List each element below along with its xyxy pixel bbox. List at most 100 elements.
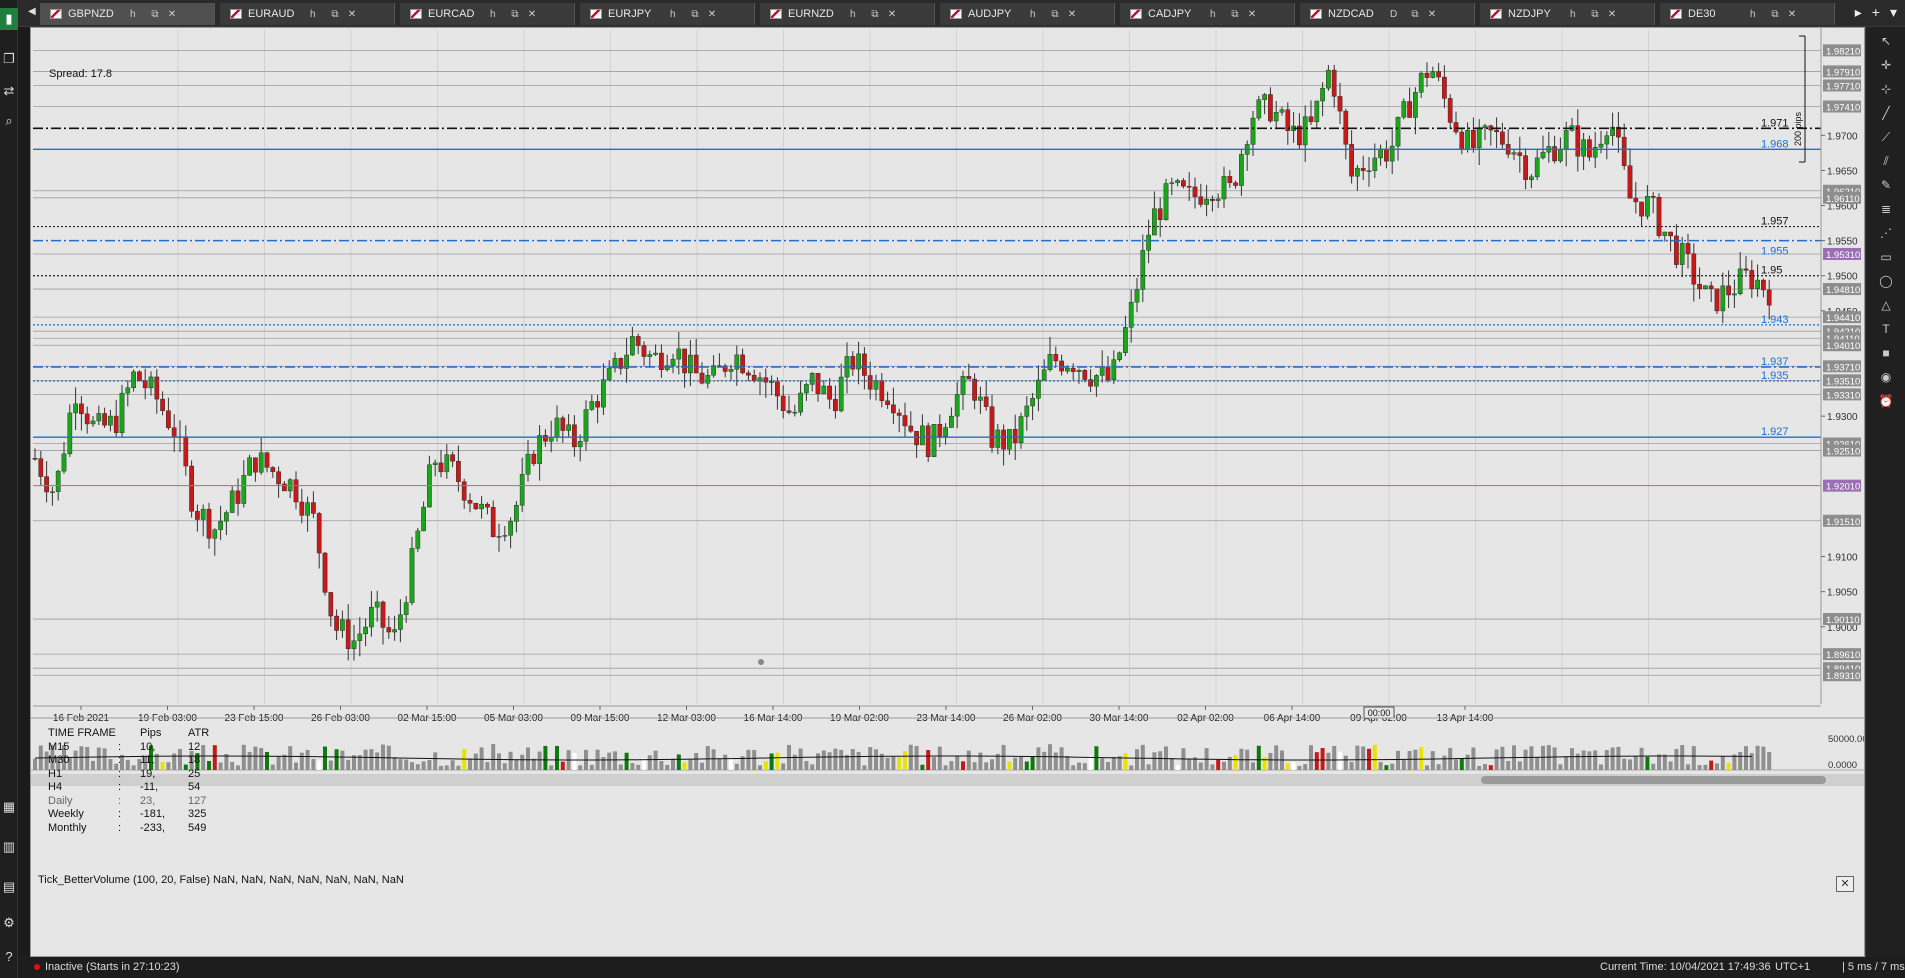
candle-body[interactable]	[1633, 198, 1639, 203]
candle-body[interactable]	[862, 353, 867, 376]
candle-body[interactable]	[740, 354, 745, 374]
candle-body[interactable]	[154, 376, 160, 400]
candle-body[interactable]	[502, 535, 508, 537]
candle-body[interactable]	[1041, 369, 1047, 381]
candle-body[interactable]	[479, 503, 484, 510]
candle-body[interactable]	[1233, 182, 1238, 186]
candle-body[interactable]	[241, 475, 247, 504]
candle-body[interactable]	[1703, 285, 1708, 290]
candle-body[interactable]	[96, 413, 102, 422]
candle-body[interactable]	[1366, 170, 1372, 172]
chart-layout-icon[interactable]: ▥	[0, 836, 18, 858]
candle-body[interactable]	[1169, 182, 1175, 184]
candle-body[interactable]	[676, 348, 682, 360]
help-icon[interactable]: ?	[0, 946, 18, 968]
tab-close-icon[interactable]: ✕	[342, 9, 362, 20]
candle-body[interactable]	[1337, 96, 1343, 112]
candle-body[interactable]	[1250, 117, 1256, 145]
candle-body[interactable]	[1621, 136, 1627, 166]
candle-body[interactable]	[1256, 99, 1262, 119]
link-icon[interactable]: ⧉	[1408, 9, 1422, 20]
candle-body[interactable]	[229, 490, 235, 513]
candle-body[interactable]	[1308, 116, 1314, 123]
candle-body[interactable]	[885, 400, 890, 406]
candle-body[interactable]	[1099, 366, 1105, 376]
pointer-icon[interactable]: ↖	[1875, 31, 1897, 51]
crosshair-icon[interactable]: ✛	[1875, 55, 1897, 75]
candle-body[interactable]	[647, 354, 653, 357]
briefcase-icon[interactable]: ▦	[0, 796, 18, 818]
candle-body[interactable]	[113, 415, 119, 434]
candle-body[interactable]	[1384, 148, 1389, 162]
candle-body[interactable]	[44, 476, 49, 493]
candle-body[interactable]	[1024, 405, 1030, 417]
candle-body[interactable]	[1755, 279, 1760, 289]
candle-body[interactable]	[1476, 127, 1482, 149]
candle-body[interactable]	[1691, 253, 1697, 285]
tab-eurnzd[interactable]: EURNZD h ⧉ ✕	[760, 3, 935, 25]
candle-body[interactable]	[606, 367, 612, 380]
candle-body[interactable]	[166, 410, 171, 428]
tab-gbpnzd[interactable]: GBPNZD h ⧉ ✕	[40, 3, 215, 25]
candle-body[interactable]	[1581, 139, 1586, 157]
candle-body[interactable]	[757, 377, 763, 382]
candle-body[interactable]	[804, 384, 809, 394]
tab-close-icon[interactable]: ✕	[1242, 9, 1262, 20]
candle-body[interactable]	[345, 619, 351, 649]
tab-scroll-right-icon[interactable]: ▸	[1855, 4, 1862, 21]
candle-body[interactable]	[270, 467, 276, 472]
candle-body[interactable]	[1018, 416, 1024, 443]
horizontal-line-icon[interactable]: ⊹	[1875, 79, 1897, 99]
candle-body[interactable]	[148, 376, 154, 389]
tab-timeframe[interactable]: D	[1390, 9, 1408, 20]
candle-body[interactable]	[1471, 130, 1476, 149]
candle-body[interactable]	[224, 512, 229, 522]
candle-body[interactable]	[699, 372, 705, 384]
candle-body[interactable]	[693, 354, 699, 374]
candle-body[interactable]	[1123, 327, 1128, 353]
candle-body[interactable]	[1157, 208, 1163, 220]
candle-body[interactable]	[1459, 131, 1465, 150]
candle-body[interactable]	[914, 431, 919, 446]
document-icon[interactable]: ▤	[0, 876, 18, 898]
candle-body[interactable]	[1273, 112, 1279, 122]
tab-timeframe[interactable]: h	[310, 9, 328, 20]
candle-body[interactable]	[1413, 92, 1418, 118]
candle-body[interactable]	[1128, 301, 1134, 328]
candle-body[interactable]	[630, 336, 635, 356]
candle-body[interactable]	[403, 602, 409, 615]
candle-body[interactable]	[595, 401, 600, 408]
zoom-icon[interactable]: ⌕	[0, 110, 18, 132]
tab-close-icon[interactable]: ✕	[1782, 9, 1802, 20]
candle-body[interactable]	[102, 413, 107, 426]
candle-body[interactable]	[131, 371, 136, 388]
candle-body[interactable]	[531, 453, 537, 464]
triangle-icon[interactable]: △	[1875, 295, 1897, 315]
candle-body[interactable]	[1372, 157, 1378, 171]
candle-body[interactable]	[1210, 198, 1215, 201]
candle-body[interactable]	[369, 606, 374, 628]
candle-body[interactable]	[1175, 180, 1180, 183]
candle-body[interactable]	[1221, 176, 1227, 200]
candle-body[interactable]	[444, 454, 450, 473]
candle-body[interactable]	[1436, 71, 1441, 78]
ellipse-icon[interactable]: ◯	[1875, 271, 1897, 291]
candle-body[interactable]	[1639, 201, 1644, 217]
candle-body[interactable]	[1720, 285, 1726, 312]
candle-body[interactable]	[688, 354, 693, 374]
candle-body[interactable]	[572, 424, 577, 448]
candle-body[interactable]	[1302, 116, 1308, 146]
candle-body[interactable]	[119, 392, 125, 434]
candle-body[interactable]	[55, 470, 61, 492]
candle-body[interactable]	[635, 336, 641, 346]
fibonacci-icon[interactable]: ≣	[1875, 199, 1897, 219]
candle-body[interactable]	[490, 507, 496, 538]
tab-close-icon[interactable]: ✕	[882, 9, 902, 20]
candle-body[interactable]	[380, 601, 386, 628]
candle-body[interactable]	[577, 441, 583, 448]
candle-body[interactable]	[792, 411, 798, 414]
candle-body[interactable]	[751, 375, 757, 382]
candle-body[interactable]	[200, 508, 206, 520]
candle-body[interactable]	[1401, 101, 1407, 118]
link-icon[interactable]: ⧉	[328, 9, 342, 20]
